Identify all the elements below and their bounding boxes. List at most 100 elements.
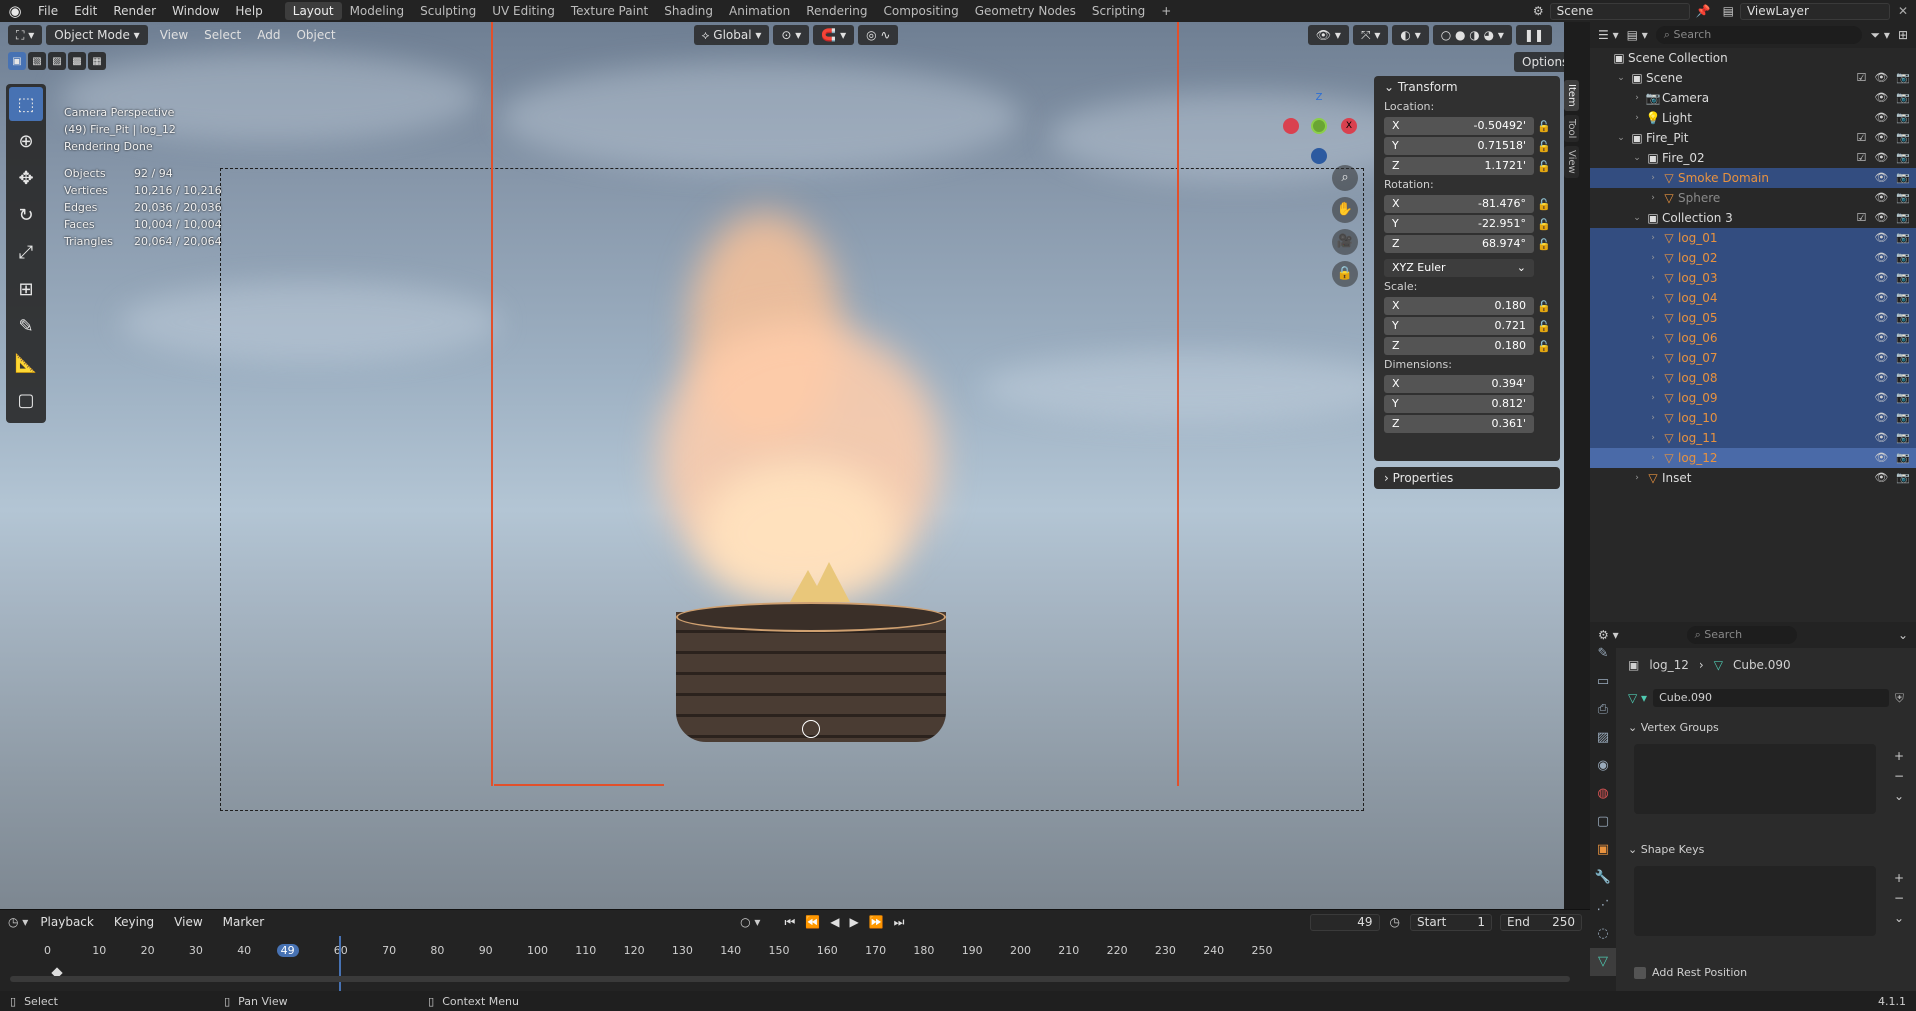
- proportional-edit-icon[interactable]: ◎ ∿: [858, 25, 899, 45]
- scene-selector[interactable]: Scene: [1549, 2, 1690, 20]
- render-camera-icon[interactable]: 📷: [1896, 368, 1910, 388]
- outliner-row[interactable]: › ▽ log_06 👁 📷: [1590, 328, 1916, 348]
- gizmo-neg-x-icon[interactable]: [1283, 118, 1299, 134]
- particles-tab-icon[interactable]: ⋰: [1590, 892, 1616, 920]
- dimensions-z-field[interactable]: Z 0.361': [1384, 414, 1554, 434]
- location-y-field[interactable]: Y 0.71518' 🔓: [1384, 136, 1554, 156]
- pan-hand-icon[interactable]: ✋: [1332, 197, 1358, 223]
- render-camera-icon[interactable]: 📷: [1896, 468, 1910, 488]
- render-camera-icon[interactable]: 📷: [1896, 188, 1910, 208]
- tab-layout[interactable]: Layout: [284, 2, 342, 20]
- lock-icon[interactable]: 🔓: [1534, 160, 1554, 173]
- render-camera-icon[interactable]: 📷: [1896, 208, 1910, 228]
- outliner-row[interactable]: › ▽ Sphere 👁 📷: [1590, 188, 1916, 208]
- properties-search-input[interactable]: ⌕ Search: [1686, 626, 1797, 644]
- shape-key-menu-button[interactable]: ⌄: [1894, 908, 1904, 928]
- tab-scripting[interactable]: Scripting: [1084, 2, 1153, 20]
- visibility-eye-icon[interactable]: 👁: [1874, 68, 1888, 88]
- render-camera-icon[interactable]: 📷: [1896, 408, 1910, 428]
- outliner-row[interactable]: › ▽ log_11 👁 📷: [1590, 428, 1916, 448]
- start-frame-field[interactable]: Start 1: [1410, 913, 1492, 931]
- dimensions-x-field[interactable]: X 0.394': [1384, 374, 1554, 394]
- render-camera-icon[interactable]: 📷: [1896, 128, 1910, 148]
- pause-render-icon[interactable]: ❚❚: [1515, 25, 1552, 45]
- outliner-row[interactable]: › ▽ log_01 👁 📷: [1590, 228, 1916, 248]
- view-layer-icon[interactable]: ▤: [1723, 4, 1734, 18]
- display-mode-icon[interactable]: ▤ ▾: [1627, 28, 1648, 42]
- expand-arrow-icon[interactable]: ›: [1646, 168, 1660, 188]
- visibility-eye-icon[interactable]: 👁: [1874, 428, 1888, 448]
- lock-icon[interactable]: 🔓: [1534, 238, 1554, 251]
- mesh-name-field[interactable]: Cube.090: [1653, 689, 1889, 707]
- shape-keys-list[interactable]: [1634, 866, 1876, 936]
- gizmo-toggle-icon[interactable]: ⤧ ▾: [1352, 25, 1389, 45]
- outliner-row[interactable]: › ▽ Inset 👁 📷: [1590, 468, 1916, 488]
- outliner-search-input[interactable]: ⌕ Search: [1655, 26, 1863, 44]
- lock-view-icon[interactable]: 🔒: [1332, 261, 1358, 287]
- render-camera-icon[interactable]: 📷: [1896, 348, 1910, 368]
- scale-x-field[interactable]: X 0.180 🔓: [1384, 296, 1554, 316]
- tab-uv-editing[interactable]: UV Editing: [484, 2, 563, 20]
- rotation-y-field[interactable]: Y -22.951° 🔓: [1384, 214, 1554, 234]
- chevron-down-icon[interactable]: ⌄: [1898, 628, 1908, 642]
- outliner-row[interactable]: › ▽ log_10 👁 📷: [1590, 408, 1916, 428]
- expand-arrow-icon[interactable]: ›: [1646, 328, 1660, 348]
- lock-icon[interactable]: 🔓: [1534, 198, 1554, 211]
- lock-icon[interactable]: 🔓: [1534, 120, 1554, 133]
- menu-view[interactable]: View: [152, 28, 196, 42]
- expand-arrow-icon[interactable]: ›: [1646, 308, 1660, 328]
- visibility-eye-icon[interactable]: 👁: [1874, 308, 1888, 328]
- visibility-eye-icon[interactable]: 👁: [1874, 328, 1888, 348]
- add-vertex-group-button[interactable]: +: [1894, 746, 1904, 766]
- visibility-eye-icon[interactable]: 👁: [1874, 128, 1888, 148]
- rotation-z-field[interactable]: Z 68.974° 🔓: [1384, 234, 1554, 254]
- tab-texture-paint[interactable]: Texture Paint: [563, 2, 656, 20]
- render-camera-icon[interactable]: 📷: [1896, 448, 1910, 468]
- auto-keying-icon[interactable]: ○ ▾: [740, 915, 760, 929]
- visibility-eye-icon[interactable]: 👁: [1874, 148, 1888, 168]
- visibility-eye-icon[interactable]: 👁: [1874, 388, 1888, 408]
- rotation-mode-select[interactable]: XYZ Euler ⌄: [1384, 258, 1554, 278]
- render-camera-icon[interactable]: 📷: [1896, 88, 1910, 108]
- tab-sculpting[interactable]: Sculpting: [412, 2, 484, 20]
- view-layer-tab-icon[interactable]: ▨: [1590, 724, 1616, 752]
- visibility-eye-icon[interactable]: 👁: [1874, 168, 1888, 188]
- menu-add[interactable]: Add: [249, 28, 288, 42]
- jump-end-icon[interactable]: ⏭: [894, 915, 905, 930]
- expand-arrow-icon[interactable]: ›: [1630, 88, 1644, 108]
- outliner-root[interactable]: ▣ Scene Collection: [1590, 48, 1916, 68]
- options-button[interactable]: Options: [1514, 52, 1564, 72]
- scene-tab-icon[interactable]: ◉: [1590, 752, 1616, 780]
- visibility-eye-icon[interactable]: 👁: [1874, 268, 1888, 288]
- world-tab-icon[interactable]: ◍: [1590, 780, 1616, 808]
- move-tool-icon[interactable]: ✥: [9, 161, 43, 195]
- render-camera-icon[interactable]: 📷: [1896, 148, 1910, 168]
- render-tab-icon[interactable]: ▭: [1590, 668, 1616, 696]
- select-intersect-icon[interactable]: ▦: [88, 52, 106, 70]
- visibility-eye-icon[interactable]: 👁: [1874, 208, 1888, 228]
- outliner-row[interactable]: ⌄ ▣ Scene ☑ 👁 📷: [1590, 68, 1916, 88]
- scale-y-field[interactable]: Y 0.721 🔓: [1384, 316, 1554, 336]
- add-cube-tool-icon[interactable]: ▢: [9, 383, 43, 417]
- lock-icon[interactable]: 🔓: [1534, 320, 1554, 333]
- outliner-row[interactable]: › ▽ Smoke Domain 👁 📷: [1590, 168, 1916, 188]
- visibility-eye-icon[interactable]: 👁: [1874, 408, 1888, 428]
- 3d-viewport[interactable]: ⛶ ▾ Object Mode ▾ View Select Add Object…: [0, 22, 1564, 909]
- object-tab-icon[interactable]: ▣: [1590, 836, 1616, 864]
- transform-tool-icon[interactable]: ⊞: [9, 272, 43, 306]
- zoom-icon[interactable]: ⌕: [1332, 165, 1358, 191]
- vertex-groups-list[interactable]: [1634, 744, 1876, 814]
- visibility-eye-icon[interactable]: 👁: [1874, 448, 1888, 468]
- view-layer-selector[interactable]: ViewLayer: [1739, 2, 1890, 20]
- expand-arrow-icon[interactable]: ›: [1646, 188, 1660, 208]
- select-invert-icon[interactable]: ▩: [68, 52, 86, 70]
- menu-edit[interactable]: Edit: [66, 4, 105, 18]
- lock-icon[interactable]: 🔓: [1534, 340, 1554, 353]
- dimensions-y-field[interactable]: Y 0.812': [1384, 394, 1554, 414]
- tab-item[interactable]: Item: [1564, 80, 1579, 111]
- render-camera-icon[interactable]: 📷: [1896, 308, 1910, 328]
- gizmo-x-icon[interactable]: X: [1341, 118, 1357, 134]
- collection-tab-icon[interactable]: ▢: [1590, 808, 1616, 836]
- outliner-row[interactable]: › ▽ log_09 👁 📷: [1590, 388, 1916, 408]
- add-shape-key-button[interactable]: +: [1894, 868, 1904, 888]
